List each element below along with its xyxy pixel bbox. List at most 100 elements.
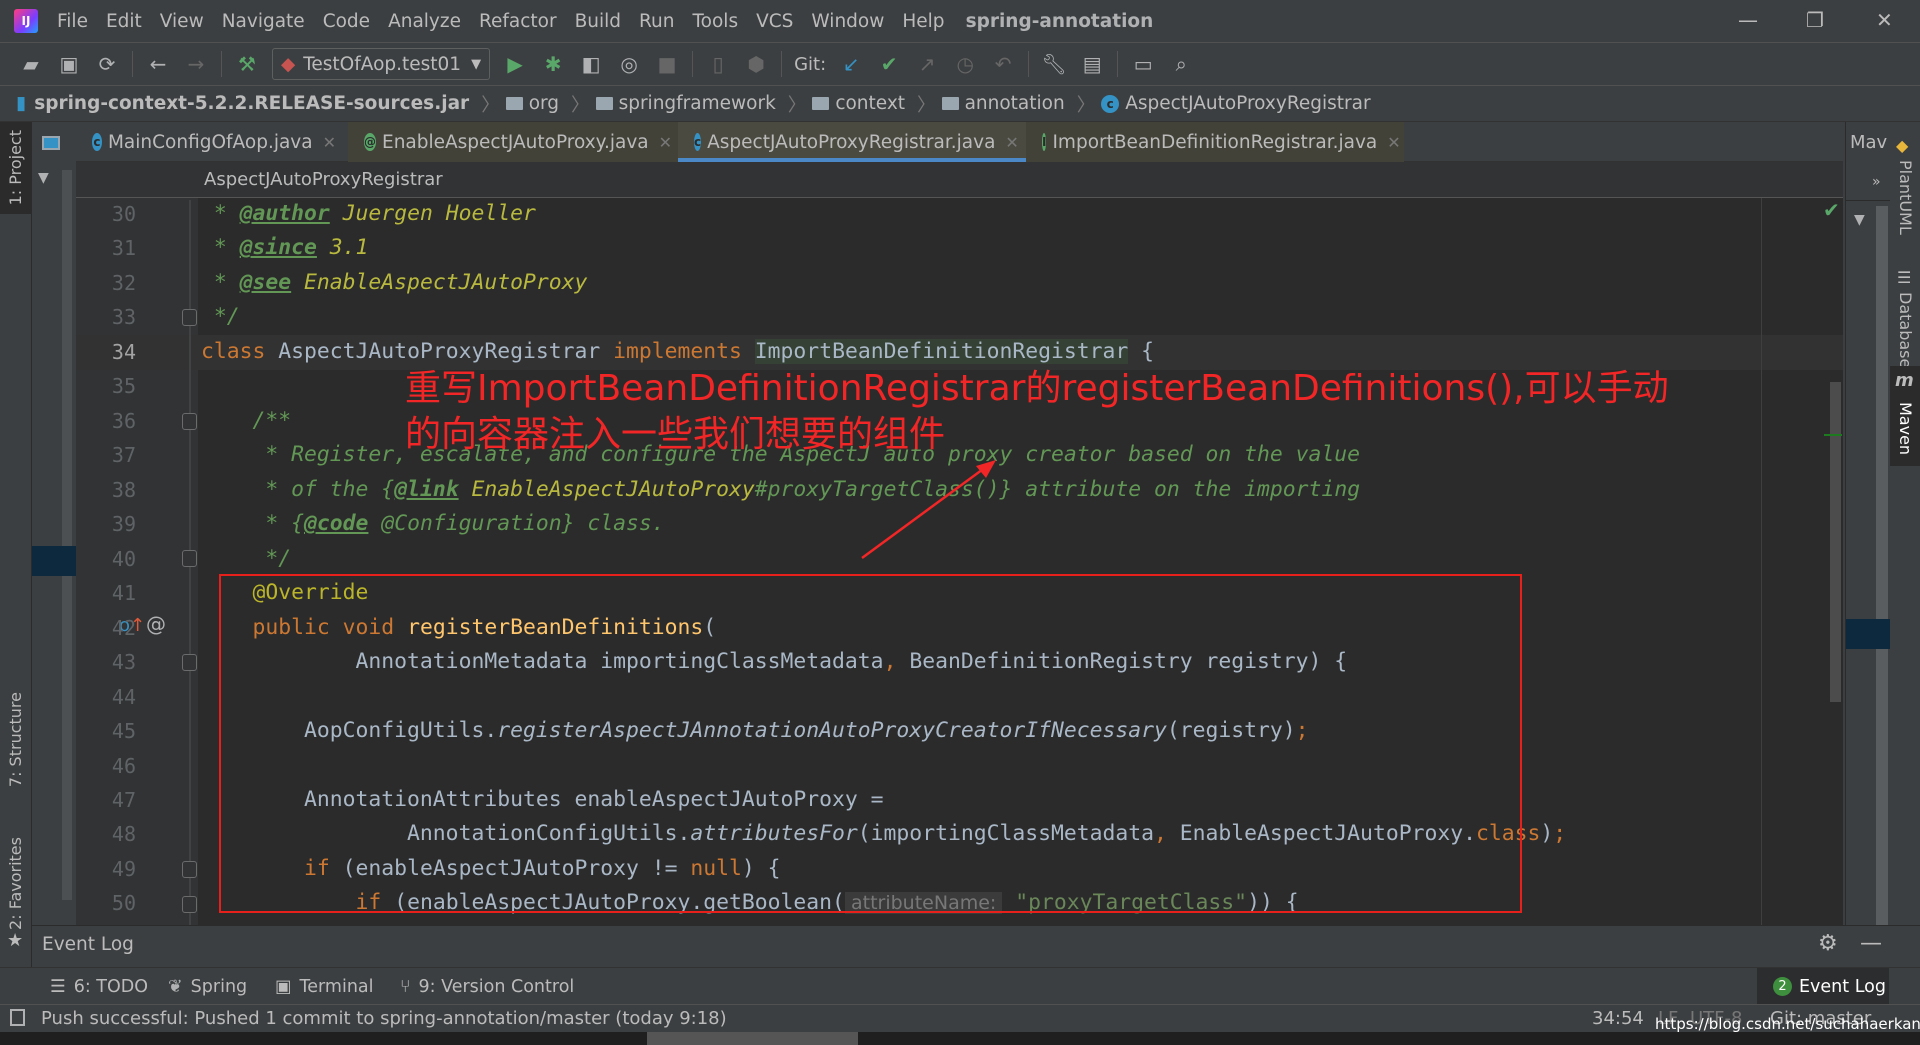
run-config-select[interactable]: ◆ TestOfAop.test01 ▼	[272, 48, 491, 80]
maven-tool-button[interactable]: m Maven	[1890, 366, 1920, 466]
scrollbar[interactable]	[1876, 206, 1888, 926]
history-icon[interactable]: ◷	[950, 52, 980, 76]
todo-tool-button[interactable]: ☰ 6: TODO	[50, 977, 148, 997]
event-log-tool-button[interactable]: 2 Event Log	[1757, 968, 1889, 1005]
terminal-window-icon[interactable]: ▭	[1128, 52, 1158, 76]
collapse-arrow-icon[interactable]: ▼	[38, 170, 49, 186]
forward-icon[interactable]: →	[181, 52, 211, 76]
run-icon[interactable]: ▶	[500, 52, 530, 76]
menu-view[interactable]: View	[151, 11, 213, 32]
build-hammer-icon[interactable]: ⚒	[232, 52, 262, 76]
fold-marker-icon[interactable]	[182, 896, 197, 913]
menu-vcs[interactable]: VCS	[747, 11, 802, 32]
plantuml-tool-button[interactable]: PlantUML	[1896, 160, 1915, 235]
tab-aspectjautoproxyregistrar[interactable]: c AspectJAutoProxyRegistrar.java ✕	[678, 122, 1026, 162]
more-tabs-icon[interactable]: »	[1872, 174, 1881, 190]
project-tool-button[interactable]: 1: Project	[0, 122, 32, 214]
project-structure-icon[interactable]: ▤	[1077, 52, 1107, 76]
editor-breadcrumb[interactable]: AspectJAutoProxyRegistrar	[204, 169, 443, 190]
menu-refactor[interactable]: Refactor	[470, 11, 566, 32]
back-icon[interactable]: ←	[143, 52, 173, 76]
spring-tool-button[interactable]: ❦ Spring	[168, 977, 247, 997]
maven-icon: m	[1895, 370, 1914, 391]
annotation-arrow	[861, 460, 996, 560]
breadcrumb-context[interactable]: context	[812, 93, 905, 114]
rollback-icon[interactable]: ↶	[988, 52, 1018, 76]
close-tab-icon[interactable]: ✕	[659, 133, 672, 152]
tab-importbeandefinitionregistrar[interactable]: I ImportBeanDefinitionRegistrar.java ✕	[1026, 122, 1404, 162]
toggle-tool-windows-icon[interactable]	[10, 1009, 25, 1026]
menu-edit[interactable]: Edit	[97, 11, 151, 32]
close-tab-icon[interactable]: ✕	[1387, 133, 1400, 152]
settings-wrench-icon[interactable]: 🔧︎	[1039, 52, 1069, 76]
restore-button[interactable]: ❐	[1806, 8, 1824, 32]
fold-marker-icon[interactable]	[182, 861, 197, 878]
version-control-tool-button[interactable]: ⑂ 9: Version Control	[400, 977, 574, 997]
tab-label: EnableAspectJAutoProxy.java	[382, 131, 649, 153]
profile-icon[interactable]: ◎	[614, 52, 644, 76]
caret-position[interactable]: 34:54	[1592, 1008, 1644, 1029]
breadcrumb-org[interactable]: org	[505, 93, 559, 114]
terminal-tool-button[interactable]: ▣ Terminal	[275, 977, 374, 997]
menu-help[interactable]: Help	[893, 11, 953, 32]
project-title: spring-annotation	[965, 10, 1154, 32]
stop-icon[interactable]: ■	[652, 52, 682, 76]
fold-marker-icon[interactable]	[182, 654, 197, 671]
git-update-icon[interactable]: ↙	[836, 52, 866, 76]
fold-marker-icon[interactable]	[182, 309, 197, 326]
menu-analyze[interactable]: Analyze	[379, 11, 470, 32]
debug-icon[interactable]: ✱	[538, 52, 568, 76]
maven-tab-label[interactable]: Mav	[1850, 132, 1887, 153]
annotation-gutter-icon[interactable]: @	[146, 612, 166, 636]
save-icon[interactable]: ▣	[54, 52, 84, 76]
breadcrumb-class[interactable]: c AspectJAutoProxyRegistrar	[1101, 93, 1371, 114]
panel-icon[interactable]	[42, 136, 60, 150]
menu-window[interactable]: Window	[802, 11, 893, 32]
scrollbar[interactable]	[62, 170, 72, 900]
structure-tool-button[interactable]: 7: Structure	[6, 692, 25, 787]
plantuml-icon: ◆	[1896, 136, 1909, 155]
minimize-button[interactable]: —	[1738, 8, 1758, 32]
code-token: @link	[394, 476, 459, 502]
editor-scrollbar[interactable]	[1830, 382, 1841, 702]
tab-mainconfigofaop[interactable]: c MainConfigOfAop.java ✕	[76, 122, 348, 162]
status-message[interactable]: Push successful: Pushed 1 commit to spri…	[41, 1008, 727, 1029]
coverage-icon[interactable]: ◧	[576, 52, 606, 76]
tab-enableaspectjautoproxy[interactable]: @ EnableAspectJAutoProxy.java ✕	[348, 122, 678, 162]
menu-tools[interactable]: Tools	[684, 11, 748, 32]
breadcrumb-springframework[interactable]: springframework	[595, 93, 776, 114]
menu-build[interactable]: Build	[566, 11, 630, 32]
collapse-arrow-icon[interactable]: ▼	[1854, 212, 1865, 228]
code-token: @Configuration} class.	[368, 511, 665, 537]
fold-marker-icon[interactable]	[182, 413, 197, 430]
open-folder-icon[interactable]: ▰	[16, 52, 46, 76]
change-marker	[1824, 434, 1842, 436]
search-icon[interactable]: ⌕	[1166, 52, 1196, 76]
fold-marker-icon[interactable]	[182, 550, 197, 567]
code-token: */	[201, 545, 292, 571]
menu-code[interactable]: Code	[314, 11, 379, 32]
annotation-text: 重写ImportBeanDefinitionRegistrar的register…	[405, 366, 1669, 458]
code-token: ImportBeanDefinitionRegistrar	[754, 338, 1129, 364]
breadcrumb-annotation[interactable]: annotation	[941, 93, 1065, 114]
close-button[interactable]: ✕	[1876, 8, 1893, 32]
database-tool-button[interactable]: Database	[1896, 292, 1915, 368]
code-token: class	[201, 338, 279, 364]
annotation-icon: @	[364, 133, 376, 151]
deploy-icon[interactable]: ⬢	[741, 52, 771, 76]
gear-icon[interactable]: ⚙	[1818, 931, 1838, 956]
git-commit-icon[interactable]: ✔	[874, 52, 904, 76]
sync-icon[interactable]: ⟳	[92, 52, 122, 76]
close-tab-icon[interactable]: ✕	[1005, 133, 1018, 152]
tab-label: AspectJAutoProxyRegistrar.java	[707, 131, 996, 153]
breadcrumb-jar[interactable]: ▮ spring-context-5.2.2.RELEASE-sources.ja…	[16, 93, 469, 114]
favorites-tool-button[interactable]: 2: Favorites	[6, 837, 25, 930]
attach-icon[interactable]: ▯	[703, 52, 733, 76]
menu-run[interactable]: Run	[630, 11, 683, 32]
menu-navigate[interactable]: Navigate	[213, 11, 314, 32]
code-token: @code	[304, 511, 369, 537]
git-push-icon[interactable]: ↗	[912, 52, 942, 76]
close-tab-icon[interactable]: ✕	[323, 133, 336, 152]
hide-panel-icon[interactable]: —	[1860, 931, 1882, 956]
menu-file[interactable]: File	[48, 11, 97, 32]
